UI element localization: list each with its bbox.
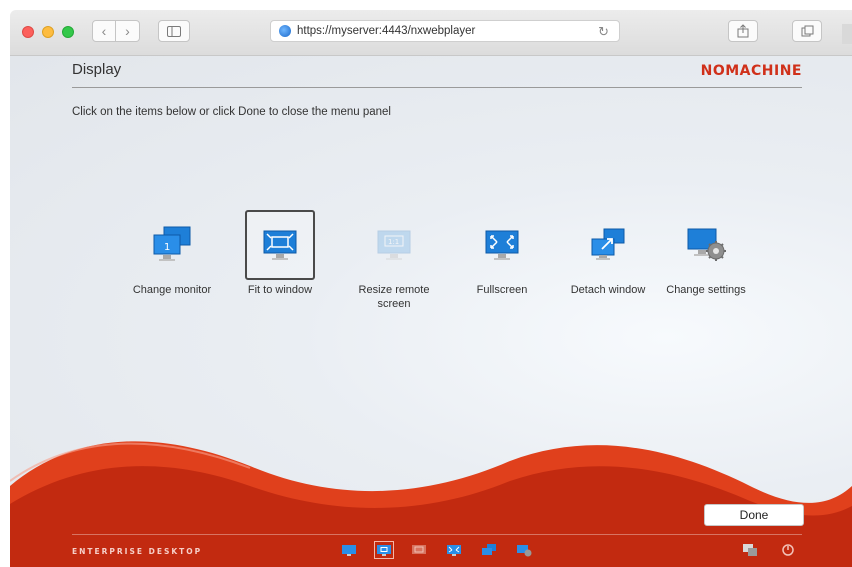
- svg-text:1: 1: [164, 242, 170, 253]
- minimize-window-button[interactable]: [42, 26, 54, 38]
- option-label: Change monitor: [132, 284, 212, 296]
- resize-remote-screen-option[interactable]: 1:1 Resize remote screen: [344, 210, 444, 312]
- tray-fullscreen[interactable]: [445, 542, 463, 558]
- option-label: Change settings: [666, 284, 746, 296]
- address-bar[interactable]: https://myserver:4443/nxwebplayer ↻: [270, 20, 620, 42]
- option-label: Detach window: [570, 284, 646, 296]
- tabs-overview-button[interactable]: [792, 20, 822, 42]
- navigation-buttons: ‹ ›: [92, 20, 140, 42]
- nomachine-menu-panel: Display NOMACHINE Click on the items bel…: [10, 56, 852, 567]
- resize-remote-screen-icon: [412, 545, 426, 554]
- fit-to-window-icon: [377, 545, 391, 556]
- display-options: 1 Change monitor Fit to window 1:1 Resiz…: [122, 210, 762, 320]
- tray-resize-remote-screen[interactable]: [410, 542, 428, 558]
- globe-icon: [279, 25, 291, 37]
- change-monitor-icon: [342, 545, 356, 556]
- tray-detach-window[interactable]: [480, 542, 498, 558]
- instruction-text: Click on the items below or click Done t…: [72, 106, 391, 118]
- fullscreen-option[interactable]: Fullscreen: [452, 210, 552, 298]
- close-window-button[interactable]: [22, 26, 34, 38]
- back-icon: ‹: [101, 23, 107, 39]
- fit-to-window-option[interactable]: Fit to window: [230, 210, 330, 298]
- fit-to-window-icon: [263, 230, 297, 260]
- option-label: Fit to window: [247, 284, 313, 296]
- browser-toolbar: ‹ › https://myserver:4443/nxwebplayer ↻: [10, 10, 852, 56]
- panel-header: Display NOMACHINE: [72, 56, 802, 88]
- tabs-icon: [801, 25, 813, 37]
- disconnect-button[interactable]: [780, 542, 796, 558]
- monitor-settings-icon: [743, 544, 757, 556]
- option-label: Fullscreen: [476, 284, 528, 296]
- window-controls: [22, 26, 74, 38]
- forward-icon: ›: [125, 23, 130, 39]
- fullscreen-icon: [447, 545, 461, 556]
- edition-label: ENTERPRISE DESKTOP: [72, 547, 203, 556]
- detach-window-icon: [591, 228, 625, 260]
- sidebar-toggle-button[interactable]: [158, 20, 190, 42]
- detach-window-icon: [482, 544, 496, 555]
- tray-change-monitor[interactable]: [340, 542, 358, 558]
- change-settings-icon: [517, 545, 532, 557]
- display-tray: [340, 541, 533, 559]
- page-title: Display: [72, 61, 122, 78]
- done-button[interactable]: Done: [704, 504, 804, 526]
- change-settings-option[interactable]: Change settings: [656, 210, 756, 298]
- change-monitor-option[interactable]: 1 Change monitor: [122, 210, 222, 298]
- forward-button[interactable]: ›: [116, 20, 140, 42]
- session-status-button[interactable]: [742, 542, 758, 558]
- tray-change-settings[interactable]: [515, 542, 533, 558]
- fullscreen-icon: [485, 230, 519, 260]
- svg-text:1:1: 1:1: [388, 238, 399, 246]
- detach-window-option[interactable]: Detach window: [558, 210, 658, 298]
- url-text: https://myserver:4443/nxwebplayer: [297, 25, 476, 37]
- change-monitor-icon: 1: [153, 226, 191, 261]
- share-icon: [737, 24, 749, 38]
- new-tab-button[interactable]: [842, 24, 852, 44]
- change-settings-icon: [687, 228, 726, 261]
- sidebar-icon: [167, 25, 181, 37]
- tray-fit-to-window[interactable]: [374, 541, 394, 559]
- back-button[interactable]: ‹: [92, 20, 116, 42]
- reload-icon[interactable]: ↻: [598, 24, 609, 40]
- nomachine-logo: NOMACHINE: [700, 63, 802, 79]
- footer-divider: [72, 534, 802, 535]
- resize-remote-screen-icon: 1:1: [377, 230, 411, 260]
- share-button[interactable]: [728, 20, 758, 42]
- zoom-window-button[interactable]: [62, 26, 74, 38]
- option-label: Resize remote screen: [358, 284, 430, 310]
- power-icon: [782, 544, 794, 556]
